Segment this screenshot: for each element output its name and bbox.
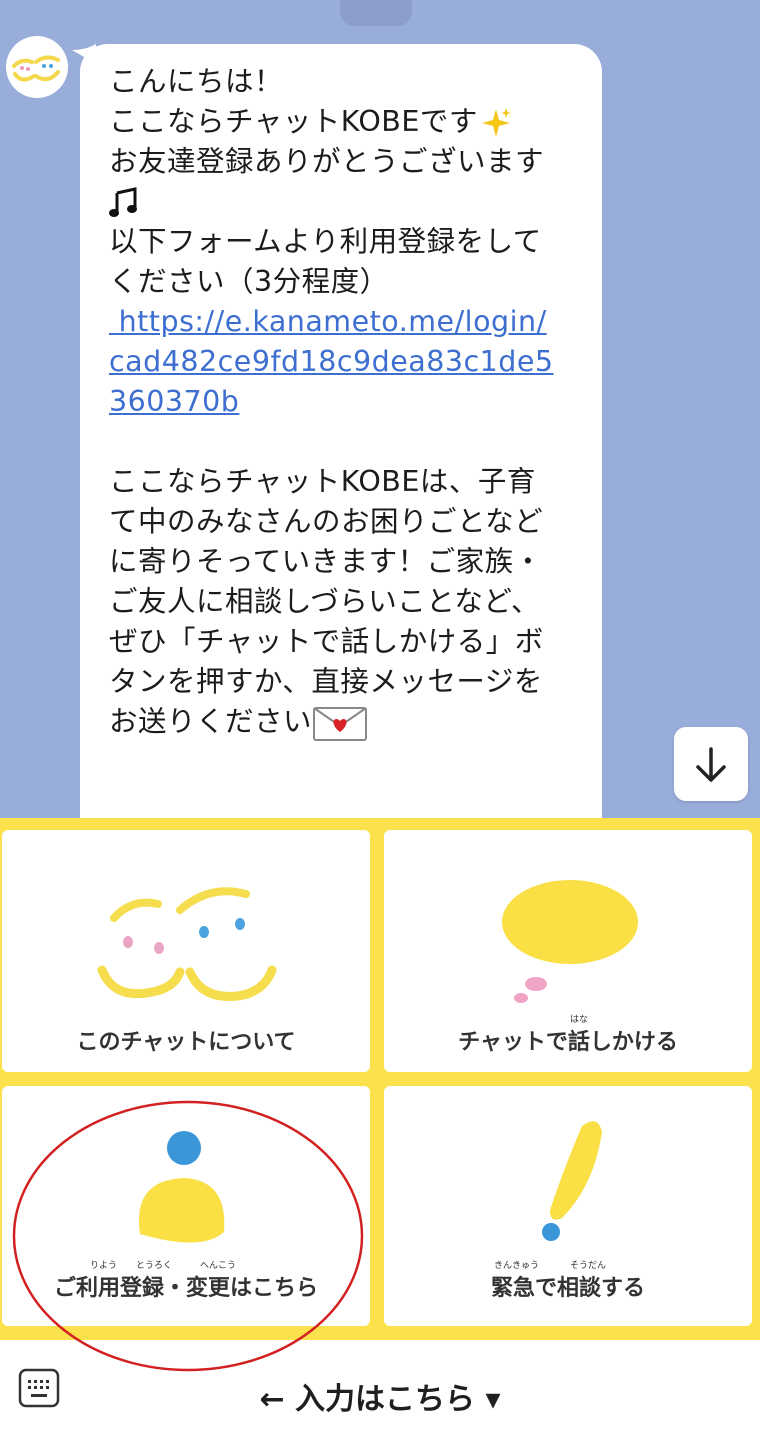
message-line: お送りください <box>109 705 313 738</box>
bot-avatar[interactable] <box>6 36 68 98</box>
exclamation-icon <box>542 1121 602 1241</box>
menu-tile-talk[interactable]: はな チャットで話しかける <box>384 830 752 1072</box>
arrow-down-icon <box>696 747 726 782</box>
message-line: に寄りそっていきます！ご家族・ <box>109 545 543 578</box>
message-blank <box>109 422 578 462</box>
menu-tile-register[interactable]: りよう とうろく へんこう ご利用登録・変更はこちら <box>2 1086 370 1326</box>
input-toggle-button[interactable]: ← 入力はこちら ▾ <box>0 1374 760 1418</box>
message-line: ぜひ「チャットで話しかける」ボ <box>109 625 544 658</box>
scroll-down-button[interactable] <box>674 727 748 801</box>
registration-link[interactable]: 360370b <box>109 382 578 422</box>
message-bubble[interactable]: こんにちは！ ここならチャットKOBEです お友達登録ありがとうございます 以下… <box>80 44 602 818</box>
heart-envelope-icon <box>313 707 368 741</box>
music-note-icon <box>109 187 137 217</box>
sparkle-icon <box>481 108 511 137</box>
registration-link[interactable]: https://e.kanameto.me/login/ <box>109 302 578 342</box>
menu-label-talk: チャットで話しかける <box>458 1030 678 1055</box>
chat-area[interactable]: こんにちは！ ここならチャットKOBEです お友達登録ありがとうございます 以下… <box>0 0 760 818</box>
speech-bubble-icon <box>502 880 638 1003</box>
rich-menu: このチャットについて はな チャットで話しかける りよう とうろく へんこう ご… <box>0 818 760 1340</box>
message-line: ください（3分程度） <box>109 265 389 298</box>
message-line: お友達登録ありがとうございます <box>109 145 545 178</box>
menu-label-about: このチャットについて <box>76 1030 296 1055</box>
top-handle <box>340 0 412 26</box>
avatar-logo-icon <box>12 55 60 82</box>
message-line: タンを押すか、直接メッセージを <box>109 665 543 698</box>
menu-label-emergency: 緊急で相談する <box>490 1276 645 1301</box>
message-line: ここならチャットKOBEは、子育 <box>109 465 536 498</box>
message-line: て中のみなさんのお困りごとなど <box>109 505 544 538</box>
message-line: こんにちは！ <box>109 65 284 98</box>
smile-faces-icon <box>97 887 277 1001</box>
message-line: ご友人に相談しづらいことなど、 <box>109 585 541 618</box>
menu-tile-about[interactable]: このチャットについて <box>2 830 370 1072</box>
message-line: ここならチャットKOBEです <box>109 105 478 138</box>
registration-link[interactable]: cad482ce9fd18c9dea83c1de5 <box>109 342 578 382</box>
person-icon <box>138 1131 225 1243</box>
message-line: 以下フォームより利用登録をして <box>109 225 542 258</box>
menu-tile-emergency[interactable]: きんきゅう そうだん 緊急で相談する <box>384 1086 752 1326</box>
menu-label-register: ご利用登録・変更はこちら <box>53 1276 318 1301</box>
